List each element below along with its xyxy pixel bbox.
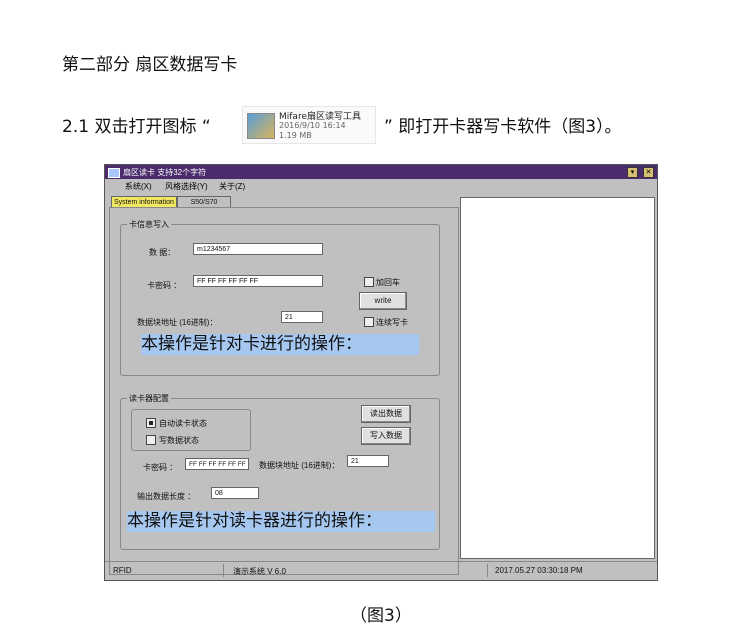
card-operation-note: 本操作是针对卡进行的操作： xyxy=(141,334,419,355)
status-separator xyxy=(487,564,488,577)
file-date: 2016/9/10 16:14 xyxy=(279,121,346,130)
window-app-icon xyxy=(108,168,120,178)
enter-checkbox[interactable] xyxy=(364,277,374,287)
write-group: 卡信息写入 数 据： m1234567 卡密码 ： FF FF FF FF FF… xyxy=(120,219,440,376)
output-length-field[interactable]: 08 xyxy=(211,487,259,499)
reader-group: 读卡器配置 自动读卡状态 写数据状态 读出数据 写入数据 卡密码 ： FF FF… xyxy=(120,393,440,550)
output-length-label: 输出数据长度 ： xyxy=(137,492,196,501)
menu-system[interactable]: 系统(X) xyxy=(125,181,152,192)
reader-group-title: 读卡器配置 xyxy=(127,393,171,404)
write-button[interactable]: write xyxy=(359,292,407,310)
close-icon[interactable]: ✕ xyxy=(643,167,654,178)
reader-operation-note: 本操作是针对读卡器进行的操作： xyxy=(127,511,435,532)
auto-read-label: 自动读卡状态 xyxy=(159,419,207,428)
menu-bar: 系统(X) 风格选择(Y) 关于(Z) xyxy=(105,179,657,192)
left-panel: 卡信息写入 数 据： m1234567 卡密码 ： FF FF FF FF FF… xyxy=(109,207,459,575)
window-title: 扇区读卡 支持32个字符 xyxy=(123,168,207,177)
app-window: 扇区读卡 支持32个字符 ▾ ✕ 系统(X) 风格选择(Y) 关于(Z) Sys… xyxy=(104,164,658,581)
write-group-title: 卡信息写入 xyxy=(127,219,171,230)
status-bar: RFID 演示系统 V 6.0 2017.05.27 03:30:18 PM xyxy=(105,561,657,579)
reader-block-label: 数据块地址 (16进制)： xyxy=(259,461,340,470)
status-separator xyxy=(223,564,224,577)
enter-label: 加回车 xyxy=(376,278,400,287)
continuous-checkbox[interactable] xyxy=(364,317,374,327)
write-data-label: 写数据状态 xyxy=(159,436,199,445)
auto-read-radio[interactable] xyxy=(146,418,156,428)
write-data-button[interactable]: 写入数据 xyxy=(361,427,411,445)
file-size: 1.19 MB xyxy=(279,131,312,140)
block-field[interactable]: 21 xyxy=(281,311,323,323)
reader-key-field[interactable]: FF FF FF FF FF FF xyxy=(185,458,249,470)
continuous-label: 连续写卡 xyxy=(376,318,408,327)
key-field[interactable]: FF FF FF FF FF FF xyxy=(193,275,323,287)
write-data-radio[interactable] xyxy=(146,435,156,445)
menu-about[interactable]: 关于(Z) xyxy=(219,181,245,192)
app-file-icon xyxy=(247,113,275,139)
reader-key-label: 卡密码 ： xyxy=(143,463,178,472)
title-bar: 扇区读卡 支持32个字符 ▾ ✕ xyxy=(105,165,657,179)
menu-style[interactable]: 风格选择(Y) xyxy=(165,181,208,192)
read-mode-box: 自动读卡状态 写数据状态 xyxy=(131,409,251,451)
key-label: 卡密码 ： xyxy=(147,281,182,290)
status-middle: 演示系统 V 6.0 xyxy=(233,567,286,576)
read-data-button[interactable]: 读出数据 xyxy=(361,405,411,423)
step-text-after: ” 即打开卡器写卡软件（图3）。 xyxy=(384,117,622,137)
output-panel[interactable] xyxy=(460,197,655,559)
status-left: RFID xyxy=(113,566,132,575)
file-shortcut-icon[interactable]: Mifare扇区读写工具 2016/9/10 16:14 1.19 MB xyxy=(242,106,376,144)
figure-caption: （图3） xyxy=(350,606,412,626)
reader-block-field[interactable]: 21 xyxy=(347,455,389,467)
section-title: 第二部分 扇区数据写卡 xyxy=(62,55,238,75)
status-right: 2017.05.27 03:30:18 PM xyxy=(495,566,583,575)
step-text-before: 2.1 双击打开图标 “ xyxy=(62,117,211,137)
data-field[interactable]: m1234567 xyxy=(193,243,323,255)
minimize-button[interactable]: ▾ xyxy=(627,167,638,178)
data-label: 数 据： xyxy=(149,248,176,257)
block-label: 数据块地址 (16进制)： xyxy=(137,318,218,327)
